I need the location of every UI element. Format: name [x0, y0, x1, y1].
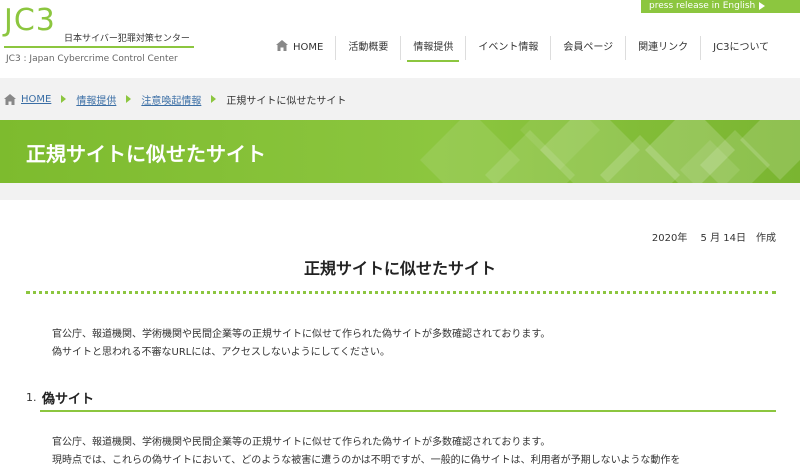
section-number: 1. — [26, 391, 37, 404]
breadcrumb-separator-icon — [211, 95, 217, 103]
arrow-right-icon — [759, 1, 766, 10]
jc3-logo[interactable]: JC3 日本サイバー犯罪対策センター JC3 : Japan Cybercrim… — [4, 6, 204, 70]
nav-item-events[interactable]: イベント情報 — [465, 36, 550, 60]
breadcrumb-separator-icon — [126, 95, 132, 103]
breadcrumb-home-link[interactable]: HOME — [21, 94, 51, 105]
breadcrumb-information-link[interactable]: 情報提供 — [76, 92, 116, 107]
nav-item-label: イベント情報 — [478, 42, 539, 53]
nav-item-label: JC3について — [713, 42, 770, 53]
home-icon — [276, 40, 288, 51]
breadcrumb: HOME 情報提供 注意喚起情報 正規サイトに似せたサイト — [0, 88, 800, 110]
breadcrumb-separator-icon — [61, 95, 67, 103]
nav-item-label: 情報提供 — [413, 42, 454, 53]
logo-english-name: JC3 : Japan Cybercrime Control Center — [6, 54, 178, 64]
nav-item-label: 会員ページ — [563, 42, 614, 53]
nav-item-about[interactable]: JC3について — [700, 36, 781, 60]
section-underline — [40, 410, 776, 412]
banner-title: 正規サイトに似せたサイト — [26, 142, 266, 166]
nav-item-members[interactable]: 会員ページ — [550, 36, 625, 60]
home-icon — [4, 93, 16, 105]
nav-item-label: 活動概要 — [348, 42, 389, 53]
created-date: 2020年 5 月 14日 作成 — [651, 233, 776, 244]
title-divider — [26, 291, 776, 294]
page-banner: 正規サイトに似せたサイト — [0, 120, 800, 183]
logo-japanese-name: 日本サイバー犯罪対策センター — [64, 34, 190, 44]
breadcrumb-current: 正規サイトに似せたサイト — [226, 95, 347, 107]
breadcrumb-alerts-link[interactable]: 注意喚起情報 — [141, 92, 201, 107]
press-release-label: press release in English — [649, 1, 756, 11]
section-heading: 1. 偽サイト — [26, 386, 776, 412]
nav-item-home[interactable]: HOME — [268, 36, 335, 60]
section-title: 偽サイト — [42, 392, 95, 407]
section-paragraph-2: 現時点では、これらの偽サイトにおいて、どのような被害に遭うのかは不明ですが、一般… — [52, 455, 681, 466]
press-release-english-link[interactable]: press release in English — [641, 0, 800, 13]
intro-paragraph-2: 偽サイトと思われる不審なURLには、アクセスしないようにしてください。 — [52, 347, 391, 358]
nav-item-activities[interactable]: 活動概要 — [335, 36, 400, 60]
intro-paragraph-1: 官公庁、報道機関、学術機関や民間企業等の正規サイトに似せて作られた偽サイトが多数… — [52, 329, 551, 340]
global-nav: HOME 活動概要 情報提供 イベント情報 会員ページ 関連リンク JC3につい… — [268, 36, 781, 62]
logo-underline — [4, 46, 194, 48]
nav-item-information[interactable]: 情報提供 — [400, 36, 465, 62]
page-title: 正規サイトに似せたサイト — [303, 259, 496, 278]
article-content: 2020年 5 月 14日 作成 正規サイトに似せたサイト 官公庁、報道機関、学… — [0, 200, 800, 473]
site-header: JC3 日本サイバー犯罪対策センター JC3 : Japan Cybercrim… — [0, 0, 800, 78]
nav-item-label: 関連リンク — [638, 42, 689, 53]
section-paragraph-1: 官公庁、報道機関、学術機関や民間企業等の正規サイトに似せて作られた偽サイトが多数… — [52, 437, 551, 448]
logo-mark: JC3 — [4, 3, 56, 38]
nav-item-label: HOME — [293, 42, 324, 53]
nav-item-links[interactable]: 関連リンク — [625, 36, 700, 60]
